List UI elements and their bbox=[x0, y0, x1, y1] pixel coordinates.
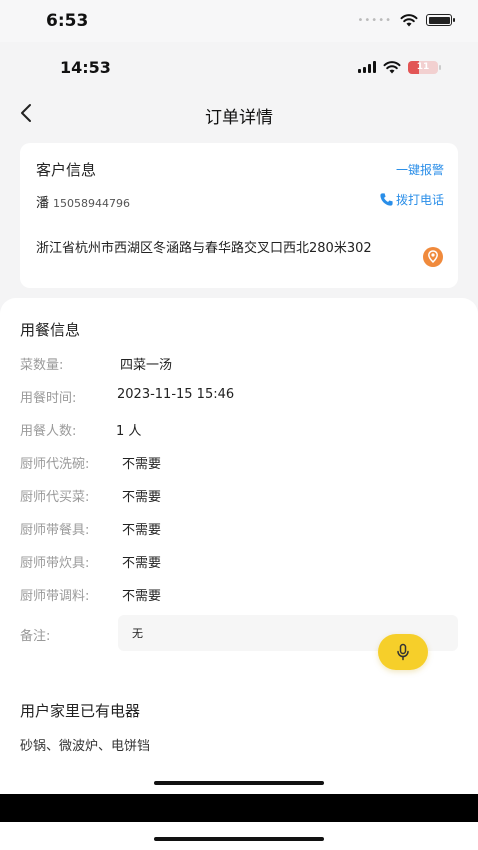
battery-icon bbox=[426, 14, 455, 26]
meal-row-label: 厨师带炊具: bbox=[20, 556, 90, 571]
app-screen: 14:53 11 订单详情 客户信息 一键报警 潘 15058944796 拨打… bbox=[0, 42, 478, 794]
meal-row-label: 用餐时间: bbox=[20, 391, 77, 406]
page-title: 订单详情 bbox=[205, 108, 273, 128]
outer-status-bar: 6:53 ••••• bbox=[0, 0, 478, 42]
battery-low-icon: 11 bbox=[408, 60, 441, 74]
inner-status-icons: 11 bbox=[358, 60, 441, 74]
appliances-title: 用户家里已有电器 bbox=[20, 702, 141, 720]
outer-home-indicator[interactable] bbox=[154, 837, 324, 841]
meal-row-value: 四菜一汤 bbox=[120, 358, 173, 373]
meal-row-label: 用餐人数: bbox=[20, 424, 77, 439]
microphone-icon bbox=[397, 643, 409, 661]
customer-info-title: 客户信息 bbox=[36, 161, 97, 179]
cellular-signal-icon bbox=[358, 61, 376, 73]
meal-row-wash-dishes: 厨师代洗碗: 不需要 bbox=[20, 453, 161, 472]
meal-row-value: 1 人 bbox=[116, 424, 142, 439]
one-key-alarm-link[interactable]: 一键报警 bbox=[396, 161, 444, 178]
remark-label: 备注: bbox=[20, 629, 51, 644]
meal-info-section: 用餐信息 菜数量: 四菜一汤 用餐时间: 2023-11-15 15:46 用餐… bbox=[0, 298, 478, 794]
battery-level: 11 bbox=[416, 62, 430, 72]
meal-row-bring-seasoning: 厨师带调料: 不需要 bbox=[20, 585, 161, 604]
inner-status-bar: 14:53 11 bbox=[0, 42, 478, 92]
meal-row-value: 不需要 bbox=[122, 523, 162, 538]
phone-icon bbox=[380, 193, 393, 206]
nav-bar: 订单详情 bbox=[0, 94, 478, 134]
meal-row-value: 不需要 bbox=[122, 556, 162, 571]
outer-status-icons: ••••• bbox=[357, 13, 455, 27]
meal-row-bring-cookware: 厨师带炊具: 不需要 bbox=[20, 552, 161, 571]
call-phone-label: 拨打电话 bbox=[395, 193, 444, 207]
wifi-icon bbox=[383, 61, 401, 74]
appliances-list: 砂锅、微波炉、电饼铛 bbox=[20, 739, 151, 754]
meal-row-dish-count: 菜数量: 四菜一汤 bbox=[20, 354, 172, 373]
meal-row-meal-time: 用餐时间: 2023-11-15 15:46 bbox=[20, 387, 234, 406]
wifi-icon bbox=[400, 14, 418, 27]
meal-info-title: 用餐信息 bbox=[20, 321, 81, 339]
customer-name-text: 潘 bbox=[36, 196, 50, 211]
meal-row-value: 不需要 bbox=[122, 490, 162, 505]
call-phone-button[interactable]: 拨打电话 bbox=[379, 191, 444, 208]
customer-phone: 15058944796 bbox=[53, 197, 130, 210]
meal-row-value: 2023-11-15 15:46 bbox=[117, 387, 235, 402]
voice-input-button[interactable] bbox=[378, 634, 428, 670]
meal-row-label: 菜数量: bbox=[20, 358, 64, 373]
signal-dots-icon: ••••• bbox=[357, 14, 392, 26]
meal-row-label: 厨师代洗碗: bbox=[20, 457, 90, 472]
outer-status-time: 6:53 bbox=[46, 11, 89, 31]
meal-row-label: 厨师带餐具: bbox=[20, 523, 90, 538]
outer-bottom-area bbox=[0, 822, 478, 850]
inner-status-time: 14:53 bbox=[60, 58, 111, 77]
meal-row-label: 厨师带调料: bbox=[20, 589, 90, 604]
meal-row-diner-count: 用餐人数: 1 人 bbox=[20, 420, 141, 439]
home-indicator[interactable] bbox=[154, 781, 324, 785]
meal-row-value: 不需要 bbox=[122, 589, 162, 604]
customer-address: 浙江省杭州市西湖区冬涵路与春华路交叉口西北280米302 bbox=[36, 241, 372, 256]
customer-info-card: 客户信息 一键报警 潘 15058944796 拨打电话 浙江省杭州市西湖区冬涵路… bbox=[20, 143, 458, 288]
system-bar bbox=[0, 794, 478, 822]
customer-name: 潘 15058944796 bbox=[36, 192, 130, 211]
location-pin-icon[interactable] bbox=[422, 246, 444, 268]
meal-row-value: 不需要 bbox=[122, 457, 162, 472]
meal-row-bring-tableware: 厨师带餐具: 不需要 bbox=[20, 519, 161, 538]
remark-row: 备注: bbox=[20, 625, 50, 644]
meal-row-buy-groceries: 厨师代买菜: 不需要 bbox=[20, 486, 161, 505]
meal-row-label: 厨师代买菜: bbox=[20, 490, 90, 505]
